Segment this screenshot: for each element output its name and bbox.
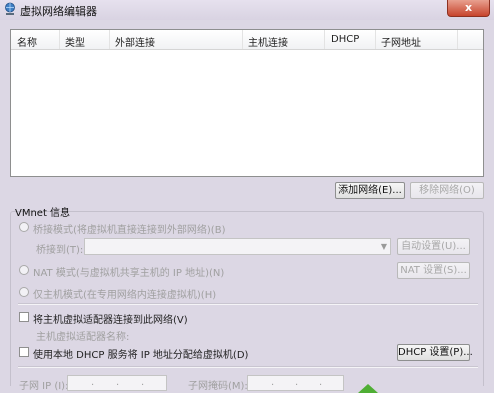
host-only-mode-radio[interactable] (19, 287, 29, 297)
subnet-mask-input[interactable]: . . . (247, 375, 344, 391)
column-dhcp[interactable]: DHCP (331, 34, 359, 45)
column-external-connection[interactable]: 外部连接 (115, 34, 155, 49)
column-name[interactable]: 名称 (17, 34, 37, 49)
nat-mode-radio[interactable] (19, 265, 29, 275)
bridged-mode-label: 桥接模式(将虚拟机直接连接到外部网络)(B) (33, 225, 226, 236)
chevron-down-icon: ▼ (380, 242, 387, 251)
remove-network-button[interactable]: 移除网络(O) (410, 182, 484, 199)
list-header: 名称 类型 外部连接 主机连接 DHCP 子网地址 (11, 30, 483, 50)
connect-host-adapter-checkbox[interactable] (19, 312, 29, 322)
close-button[interactable]: x (447, 0, 490, 17)
add-network-button[interactable]: 添加网络(E)... (335, 182, 405, 199)
network-list[interactable]: 名称 类型 外部连接 主机连接 DHCP 子网地址 (10, 29, 484, 177)
host-adapter-name-label: 主机虚拟适配器名称: (36, 332, 130, 343)
window-title: 虚拟网络编辑器 (20, 5, 97, 18)
nat-settings-button[interactable]: NAT 设置(S)... (397, 262, 470, 279)
use-dhcp-checkbox[interactable] (19, 347, 29, 357)
title-bar: 虚拟网络编辑器 x (0, 0, 494, 20)
subnet-ip-label: 子网 IP (I): (19, 381, 69, 392)
column-type[interactable]: 类型 (65, 34, 85, 49)
subnet-ip-input[interactable]: . . . (67, 375, 167, 391)
dhcp-settings-button[interactable]: DHCP 设置(P)... (397, 344, 473, 361)
bridged-to-select[interactable]: ▼ (84, 238, 391, 255)
bridged-to-label: 桥接到(T): (36, 245, 84, 256)
column-host-connection[interactable]: 主机连接 (248, 34, 288, 49)
separator-1 (18, 303, 478, 305)
auto-settings-button[interactable]: 自动设置(U)... (397, 238, 470, 255)
connect-host-adapter-label: 将主机虚拟适配器连接到此网络(V) (33, 315, 188, 326)
separator-2 (18, 366, 478, 368)
vmnet-info-label: VMnet 信息 (15, 208, 71, 219)
column-subnet-address[interactable]: 子网地址 (381, 34, 421, 49)
close-icon: x (464, 1, 473, 14)
use-dhcp-label: 使用本地 DHCP 服务将 IP 地址分配给虚拟机(D) (33, 350, 249, 361)
nat-mode-label: NAT 模式(与虚拟机共享主机的 IP 地址)(N) (33, 268, 225, 279)
green-arrow-icon (358, 384, 378, 393)
subnet-mask-label: 子网掩码(M): (188, 381, 248, 392)
host-only-mode-label: 仅主机模式(在专用网络内连接虚拟机)(H) (33, 290, 217, 301)
network-globe-icon (5, 2, 15, 15)
bridged-mode-radio[interactable] (19, 222, 29, 232)
